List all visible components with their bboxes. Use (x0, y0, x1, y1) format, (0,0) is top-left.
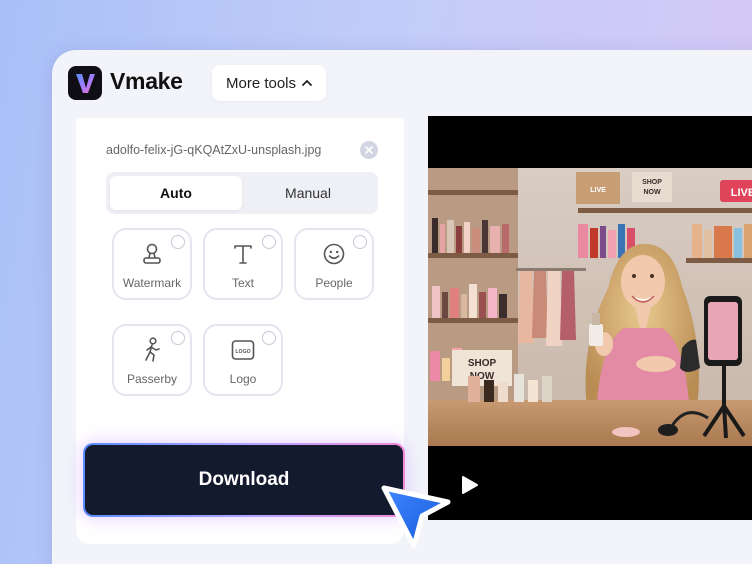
file-name: adolfo-felix-jG-qKQAtZxU-unsplash.jpg (106, 143, 322, 157)
watermark-icon (141, 240, 163, 268)
tool-passerby[interactable]: Passerby (112, 324, 192, 396)
video-preview[interactable]: LIVE SHOP NOW LIVE SHOP NOW (428, 116, 752, 520)
svg-text:LIVE: LIVE (590, 187, 606, 194)
mode-tabs: Auto Manual (106, 172, 378, 214)
download-button-frame: Download (83, 443, 405, 517)
tool-logo[interactable]: LOGO Logo (203, 324, 283, 396)
more-tools-label: More tools (225, 74, 297, 92)
tool-radio[interactable] (171, 331, 185, 345)
tool-label: Text (231, 276, 254, 290)
close-icon (365, 146, 373, 154)
people-icon (322, 240, 346, 268)
svg-text:LIVE: LIVE (731, 187, 752, 199)
more-tools-button[interactable]: More tools (212, 65, 326, 101)
logo-icon: LOGO (231, 336, 255, 364)
svg-text:SHOP: SHOP (642, 179, 662, 186)
svg-text:LOGO: LOGO (235, 349, 250, 355)
svg-text:SHOP: SHOP (468, 358, 497, 369)
preview-image: LIVE SHOP NOW LIVE SHOP NOW (428, 168, 752, 446)
text-icon (232, 240, 254, 268)
vmake-logo-icon (68, 66, 102, 100)
tab-auto[interactable]: Auto (110, 176, 242, 210)
chevron-up-icon (302, 79, 312, 86)
svg-text:NOW: NOW (643, 189, 661, 196)
tool-radio[interactable] (262, 331, 276, 345)
cursor-pointer-icon (381, 485, 451, 549)
tool-text[interactable]: Text (203, 228, 283, 300)
tool-radio[interactable] (171, 235, 185, 249)
tool-label: Passerby (126, 372, 178, 386)
download-button[interactable]: Download (85, 445, 403, 515)
file-row: adolfo-felix-jG-qKQAtZxU-unsplash.jpg (106, 140, 378, 160)
clear-file-button[interactable] (360, 141, 378, 159)
tool-label: Watermark (122, 276, 182, 290)
brand-name: Vmake (110, 68, 183, 94)
tool-label: Logo (229, 372, 257, 386)
tool-radio[interactable] (353, 235, 367, 249)
tool-label: People (315, 276, 353, 290)
tool-people[interactable]: People (294, 228, 374, 300)
tab-manual[interactable]: Manual (242, 176, 374, 210)
tool-watermark[interactable]: Watermark (112, 228, 192, 300)
tool-radio[interactable] (262, 235, 276, 249)
download-label: Download (198, 469, 290, 490)
passerby-icon (141, 336, 163, 364)
play-icon[interactable] (458, 474, 480, 496)
video-controls (428, 446, 752, 520)
